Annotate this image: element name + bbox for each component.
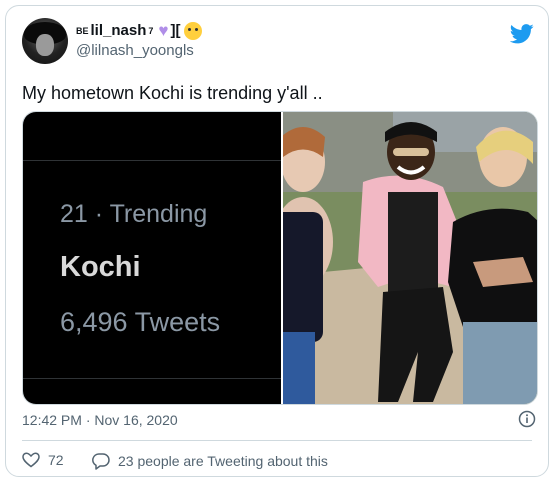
footer-divider: [22, 440, 532, 441]
bracket-glyph: ][: [170, 22, 181, 39]
trending-screenshot[interactable]: 21 · Trending Kochi 6,496 Tweets: [23, 112, 281, 404]
author-handle[interactable]: @lilnash_yoongls: [76, 41, 202, 61]
tweet-media[interactable]: 21 · Trending Kochi 6,496 Tweets: [22, 111, 538, 405]
display-prefix: BE: [76, 26, 89, 36]
trend-term: Kochi: [60, 251, 141, 283]
tweet-card[interactable]: BE lil_nash 7 ♥ ][ @lilnash_yoongls My h…: [5, 5, 549, 477]
purple-heart-emoji: ♥: [158, 21, 169, 40]
info-icon[interactable]: [518, 410, 536, 428]
conversation-link[interactable]: 23 people are Tweeting about this: [92, 452, 328, 470]
divider-line: [23, 378, 281, 379]
reply-text: 23 people are Tweeting about this: [118, 453, 328, 469]
cat-emoji: [184, 22, 203, 40]
reaction-photo-illustration: [283, 112, 537, 404]
avatar-face: [36, 34, 54, 56]
display-name-text: lil_nash: [90, 22, 147, 39]
reaction-photo[interactable]: [283, 112, 537, 404]
reply-bubble-icon: [92, 453, 110, 470]
display-name[interactable]: BE lil_nash 7 ♥ ][: [76, 21, 203, 41]
twitter-bird-icon[interactable]: [510, 24, 534, 44]
like-button[interactable]: 72: [22, 452, 64, 468]
tweet-text: My hometown Kochi is trending y'all ..: [22, 83, 323, 103]
author-names[interactable]: BE lil_nash 7 ♥ ][ @lilnash_yoongls: [76, 21, 203, 61]
heart-icon[interactable]: [22, 452, 40, 468]
avatar[interactable]: [22, 18, 68, 64]
like-count: 72: [48, 452, 64, 468]
trend-count: 6,496 Tweets: [60, 307, 221, 337]
divider-line: [23, 160, 281, 161]
display-suffix: 7: [148, 26, 154, 36]
tweet-timestamp[interactable]: 12:42 PM · Nov 16, 2020: [22, 412, 178, 428]
trend-rank: 21 · Trending: [60, 200, 208, 228]
